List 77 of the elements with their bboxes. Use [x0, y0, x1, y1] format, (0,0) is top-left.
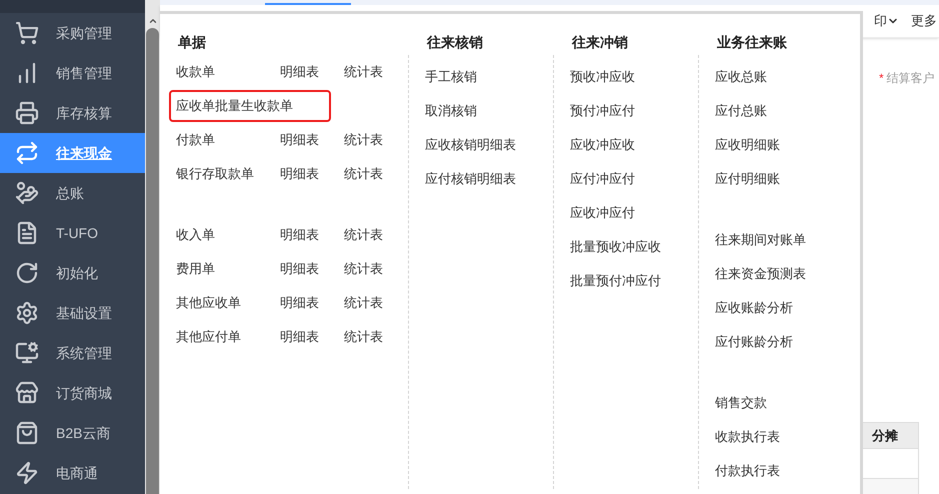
lightning-icon	[15, 461, 39, 485]
menu-item[interactable]: 收款执行表	[715, 427, 780, 447]
menu-item[interactable]: 批量预付冲应付	[570, 271, 661, 291]
printer-icon	[15, 101, 39, 125]
bag-icon	[15, 421, 39, 445]
menu-item[interactable]: 往来期间对账单	[715, 230, 806, 250]
menu-item[interactable]: 收入单	[176, 225, 280, 245]
arrows-icon	[15, 141, 39, 165]
sidebar-item[interactable]: 系统管理	[0, 333, 145, 373]
column-heading: 单据	[178, 34, 206, 50]
menu-item[interactable]: 其他应付单	[176, 327, 280, 347]
sidebar-item[interactable]: 订货商城	[0, 373, 145, 413]
menu-item[interactable]: 应收冲应收	[570, 135, 635, 155]
more-menu[interactable]: 更多	[911, 11, 937, 31]
menu-item[interactable]: 应收单批量生收款单	[169, 90, 331, 122]
print-menu[interactable]: 印	[874, 11, 899, 31]
report-link[interactable]: 明细表	[280, 225, 344, 245]
monitor-icon	[15, 341, 39, 365]
report-link[interactable]: 明细表	[280, 130, 344, 150]
menu-item[interactable]: 付款执行表	[715, 461, 780, 481]
sidebar-item[interactable]: 总账	[0, 173, 145, 213]
coins-icon	[15, 181, 39, 205]
sidebar-item[interactable]: 销售管理	[0, 53, 145, 93]
sidebar-item[interactable]: B2B云商	[0, 413, 145, 453]
menu-item[interactable]: 银行存取款单	[176, 164, 280, 184]
column-heading: 业务往来账	[717, 34, 787, 50]
cart-icon	[15, 21, 39, 45]
store-icon	[15, 381, 39, 405]
menu-item[interactable]: 应付冲应付	[570, 169, 635, 189]
menu-item[interactable]: 应付明细账	[715, 169, 780, 189]
field-label: 结算客户	[886, 70, 935, 87]
menu-item[interactable]: 收款单	[176, 62, 280, 82]
menu-item[interactable]: 应收核销明细表	[425, 135, 516, 155]
sidebar-item[interactable]: 库存核算	[0, 93, 145, 133]
report-link[interactable]: 统计表	[344, 62, 408, 82]
sidebar-item[interactable]: 初始化	[0, 253, 145, 293]
menu-item[interactable]: 应收冲应付	[570, 203, 635, 223]
report-link[interactable]: 统计表	[344, 164, 408, 184]
report-link[interactable]: 明细表	[280, 293, 344, 313]
menu-item[interactable]: 其他应收单	[176, 293, 280, 313]
report-link[interactable]: 统计表	[344, 293, 408, 313]
report-link[interactable]: 统计表	[344, 327, 408, 347]
required-mark: *	[879, 70, 884, 87]
menu-item[interactable]: 应收总账	[715, 67, 767, 87]
scroll-up-icon[interactable]	[148, 16, 158, 26]
report-link[interactable]: 统计表	[344, 259, 408, 279]
menu-item[interactable]: 往来资金预测表	[715, 264, 806, 284]
column-heading: 往来冲销	[572, 34, 628, 50]
report-link[interactable]: 明细表	[280, 62, 344, 82]
report-link[interactable]: 统计表	[344, 130, 408, 150]
document-icon	[15, 221, 39, 245]
menu-item[interactable]: 应付账龄分析	[715, 332, 793, 352]
sidebar-item[interactable]: 电商通	[0, 453, 145, 493]
report-link[interactable]: 明细表	[280, 327, 344, 347]
menu-item[interactable]: 付款单	[176, 130, 280, 150]
refresh-icon	[15, 261, 39, 285]
menu-item[interactable]: 应收明细账	[715, 135, 780, 155]
sidebar-item[interactable]: 基础设置	[0, 293, 145, 333]
sidebar-item[interactable]: T-UFO	[0, 213, 145, 253]
column-heading: 往来核销	[427, 34, 483, 50]
menu-item[interactable]: 预收冲应收	[570, 67, 635, 87]
scrollbar[interactable]	[145, 0, 160, 494]
menu-item[interactable]: 手工核销	[425, 67, 477, 87]
menu-item[interactable]: 批量预收冲应收	[570, 237, 661, 257]
settings-icon	[15, 301, 39, 325]
menu-item[interactable]: 取消核销	[425, 101, 477, 121]
sidebar-item[interactable]: 采购管理	[0, 13, 145, 53]
report-link[interactable]: 明细表	[280, 259, 344, 279]
scroll-thumb[interactable]	[146, 28, 159, 494]
menu-item[interactable]: 应付核销明细表	[425, 169, 516, 189]
menu-item[interactable]: 费用单	[176, 259, 280, 279]
menu-item[interactable]: 应收账龄分析	[715, 298, 793, 318]
report-link[interactable]: 明细表	[280, 164, 344, 184]
report-link[interactable]: 统计表	[344, 225, 408, 245]
menu-item[interactable]: 应付总账	[715, 101, 767, 121]
menu-item[interactable]: 预付冲应付	[570, 101, 635, 121]
menu-item[interactable]: 销售交款	[715, 393, 767, 413]
